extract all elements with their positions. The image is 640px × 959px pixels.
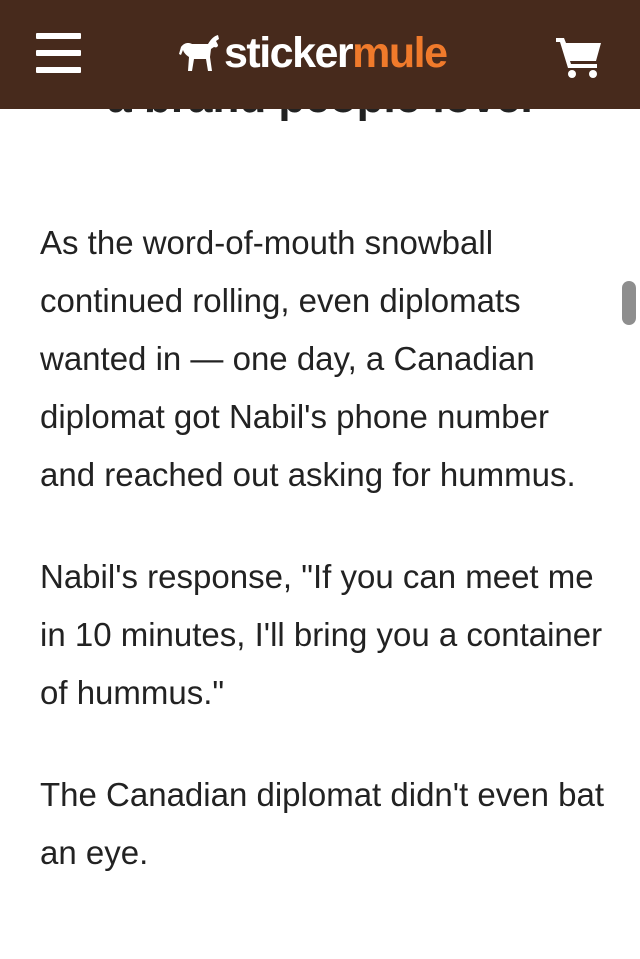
scrollbar-thumb[interactable] bbox=[622, 281, 636, 325]
logo-text-sticker: sticker bbox=[224, 29, 354, 77]
logo-text-mule: mule bbox=[352, 29, 448, 77]
article-paragraph: As the word-of-mouth snowball continued … bbox=[40, 224, 576, 493]
menu-bar-bottom bbox=[36, 67, 81, 73]
article-body: As the word-of-mouth snowball continued … bbox=[40, 214, 610, 926]
shopping-cart-icon[interactable] bbox=[555, 35, 603, 79]
stickermule-logo[interactable]: stickermule bbox=[178, 28, 448, 78]
logo-wordmark: stickermule bbox=[224, 28, 448, 78]
top-navigation-bar: stickermule bbox=[0, 0, 640, 109]
menu-bar-middle bbox=[36, 50, 81, 56]
hamburger-menu-icon[interactable] bbox=[36, 31, 81, 75]
menu-bar-top bbox=[36, 33, 81, 39]
mule-icon bbox=[179, 35, 219, 71]
article-paragraph: The Canadian diplomat didn't even bat an… bbox=[40, 776, 605, 871]
article-paragraph: Nabil's response, "If you can meet me in… bbox=[40, 558, 603, 711]
